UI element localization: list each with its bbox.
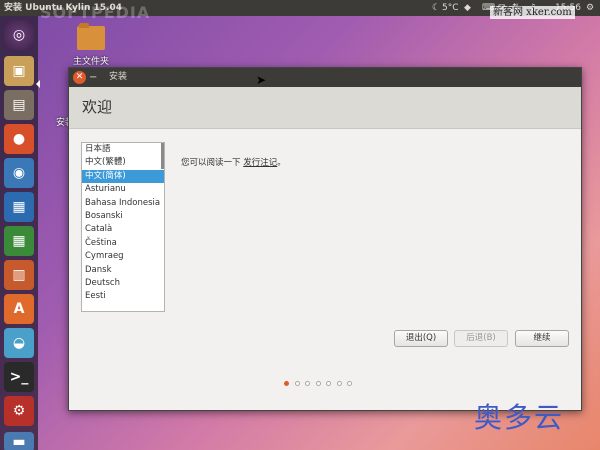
- language-item[interactable]: Dansk: [82, 264, 164, 277]
- folder-icon[interactable]: [77, 23, 105, 50]
- release-notes-suffix: 。: [277, 158, 286, 168]
- language-item[interactable]: 日本語: [82, 143, 164, 156]
- page-header: 欢迎: [69, 87, 581, 129]
- window-title: 安装: [109, 72, 128, 82]
- settings-icon[interactable]: ⚙: [4, 396, 34, 426]
- launcher: ◎ ▣ ▤ ● ◉ ▦ ▦ ▥ A ◒ >_ ⚙ ▬: [0, 16, 40, 450]
- weather-moon-icon[interactable]: ☾: [432, 0, 440, 16]
- progress-dot: [294, 381, 300, 386]
- language-item[interactable]: 中文(简体): [82, 169, 164, 184]
- kylin-assistant-icon[interactable]: ◒: [4, 328, 34, 358]
- mouse-cursor-icon: ➤: [256, 73, 267, 87]
- installer-window: ✕ − 安装 欢迎 日本語 中文(繁體) 中文(简体) Asturianu Bahasa…: [68, 67, 582, 411]
- close-icon[interactable]: ✕: [73, 71, 86, 84]
- files-icon[interactable]: ▤: [4, 90, 34, 120]
- titlebar[interactable]: ✕ − 安装: [69, 68, 581, 87]
- top-panel: 安装 Ubuntu Kylin 15.04 SOFTPEDIA ☾ 5°C ◆ …: [0, 0, 600, 21]
- dash-icon[interactable]: ◎: [4, 20, 34, 50]
- progress-dot: [315, 381, 321, 386]
- language-item[interactable]: Català: [82, 223, 164, 236]
- page-title: 欢迎: [82, 98, 113, 116]
- aoduoyun-watermark: 奥多云: [474, 401, 565, 434]
- language-item[interactable]: Eesti: [82, 290, 164, 303]
- chromium-icon[interactable]: ◉: [4, 158, 34, 188]
- home-folder-label: 主文件夹: [72, 57, 109, 67]
- continue-button[interactable]: 继续: [515, 330, 569, 347]
- impress-icon[interactable]: ▥: [4, 260, 34, 290]
- minimize-icon[interactable]: −: [89, 68, 97, 87]
- quit-button[interactable]: 退出(Q): [394, 330, 448, 347]
- home-folder[interactable]: 主文件夹: [70, 23, 112, 67]
- terminal-icon[interactable]: >_: [4, 362, 34, 392]
- back-button[interactable]: 后退(B): [454, 330, 508, 347]
- language-item[interactable]: Asturianu: [82, 183, 164, 196]
- calc-icon[interactable]: ▦: [4, 226, 34, 256]
- firefox-icon[interactable]: ●: [4, 124, 34, 154]
- language-item[interactable]: Bosanski: [82, 210, 164, 223]
- progress-dot: [336, 381, 342, 386]
- writer-icon[interactable]: ▦: [4, 192, 34, 222]
- active-app-indicator: [36, 80, 40, 88]
- scrollbar[interactable]: [161, 143, 164, 169]
- temperature-indicator[interactable]: 5°C: [442, 0, 459, 16]
- language-item[interactable]: Deutsch: [82, 277, 164, 290]
- xker-watermark: 新客网 xker.com: [490, 6, 575, 19]
- gear-icon[interactable]: ⚙: [586, 0, 594, 16]
- progress-dot: [347, 381, 352, 386]
- progress-dots: [284, 381, 352, 386]
- progress-dot: [326, 381, 331, 386]
- softpedia-watermark: SOFTPEDIA: [40, 3, 151, 22]
- progress-dot: [305, 381, 310, 386]
- language-item[interactable]: Čeština: [82, 237, 164, 250]
- language-item[interactable]: Bahasa Indonesia: [82, 197, 164, 210]
- release-notes-text: 您可以阅读一下 发行注记。: [181, 156, 286, 168]
- language-list[interactable]: 日本語 中文(繁體) 中文(简体) Asturianu Bahasa Indonesia…: [81, 142, 165, 312]
- workspace-icon[interactable]: ▬: [4, 432, 34, 450]
- release-notes-link[interactable]: 发行注记: [243, 158, 277, 168]
- release-notes-prefix: 您可以阅读一下: [181, 158, 241, 168]
- language-item[interactable]: Cymraeg: [82, 250, 164, 263]
- installer-icon[interactable]: ▣: [4, 56, 34, 86]
- software-center-icon[interactable]: A: [4, 294, 34, 324]
- progress-dot: [284, 381, 289, 386]
- penguin-icon[interactable]: ◆: [464, 0, 471, 16]
- language-item[interactable]: 中文(繁體): [82, 156, 164, 169]
